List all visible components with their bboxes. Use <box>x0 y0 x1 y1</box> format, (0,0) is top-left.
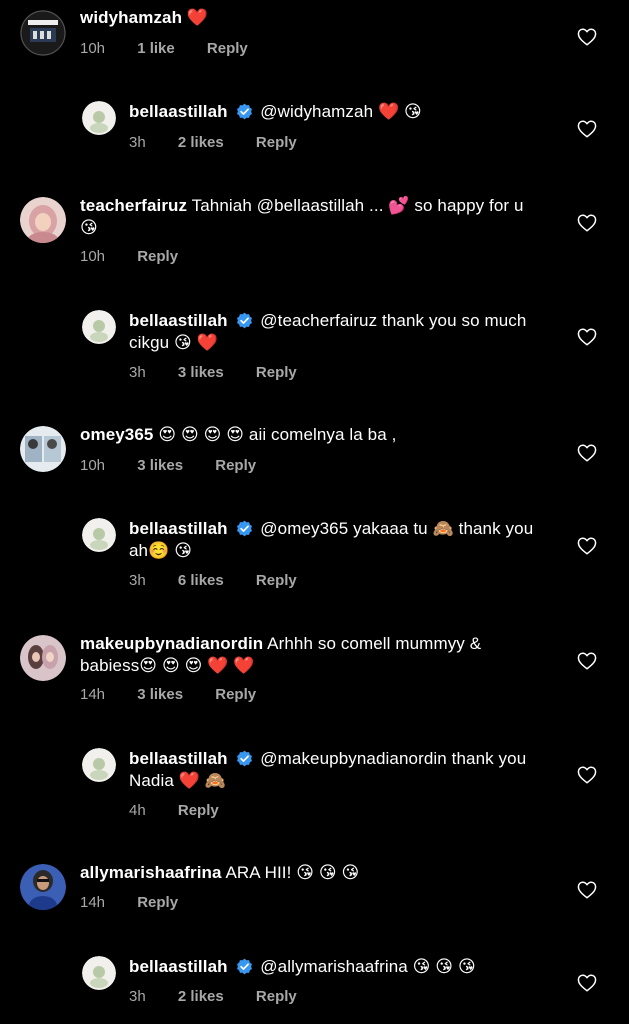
heart-outline-icon <box>577 974 597 992</box>
avatar[interactable] <box>20 10 66 56</box>
comment-text-block: bellaastillah @allymarishaafrina 😘 😘 😘 <box>129 956 549 978</box>
comment-text-block: widyhamzah ❤️ <box>80 7 545 29</box>
comment-time: 14h <box>80 894 106 911</box>
comment-meta: 3h 3 likes Reply <box>129 364 325 382</box>
comment-meta: 3h 2 likes Reply <box>129 134 325 152</box>
comment-body: ARA HII! 😘 😘 😘 <box>225 863 360 882</box>
avatar[interactable] <box>82 518 116 552</box>
reply-button[interactable]: Reply <box>137 248 178 265</box>
comment-meta: 10h Reply <box>80 248 206 266</box>
comment-likes[interactable]: 3 likes <box>137 686 183 703</box>
reply-button[interactable]: Reply <box>207 40 248 57</box>
like-button[interactable] <box>577 974 597 992</box>
avatar[interactable] <box>82 101 116 135</box>
comment-username[interactable]: bellaastillah <box>129 957 228 976</box>
comment-text-block: bellaastillah @makeupbynadianordin thank… <box>129 748 549 792</box>
comment-meta: 3h 6 likes Reply <box>129 572 325 590</box>
like-button[interactable] <box>577 214 597 232</box>
heart-outline-icon <box>577 328 597 346</box>
heart-outline-icon <box>577 28 597 46</box>
avatar[interactable] <box>82 956 116 990</box>
comment-time: 10h <box>80 40 106 57</box>
reply-button[interactable]: Reply <box>215 686 256 703</box>
comment-likes[interactable]: 6 likes <box>178 572 224 589</box>
comment-text-block: bellaastillah @omey365 yakaaa tu 🙈 thank… <box>129 518 549 562</box>
comment-text-block: makeupbynadianordin Arhhh so comell mumm… <box>80 633 545 677</box>
verified-badge-icon <box>236 103 253 120</box>
comment-likes[interactable]: 2 likes <box>178 988 224 1005</box>
comment-time: 3h <box>129 134 146 151</box>
avatar[interactable] <box>20 635 66 681</box>
comment-time: 10h <box>80 457 106 474</box>
comment-meta: 10h 3 likes Reply <box>80 457 284 475</box>
comment-time: 4h <box>129 802 146 819</box>
like-button[interactable] <box>577 652 597 670</box>
avatar[interactable] <box>82 310 116 344</box>
comment-text-block: bellaastillah @widyhamzah ❤️ 😘 <box>129 101 549 123</box>
comment-meta: 14h 3 likes Reply <box>80 686 284 704</box>
comment-meta: 3h 2 likes Reply <box>129 988 325 1006</box>
avatar[interactable] <box>20 864 66 910</box>
heart-outline-icon <box>577 652 597 670</box>
comment-body: 😍 😍 😍 😍 aii comelnya la ba , <box>158 425 397 444</box>
reply-button[interactable]: Reply <box>256 134 297 151</box>
heart-outline-icon <box>577 766 597 784</box>
avatar[interactable] <box>20 197 66 243</box>
comment-likes[interactable]: 3 likes <box>178 364 224 381</box>
reply-button[interactable]: Reply <box>256 988 297 1005</box>
comment-text-block: omey365 😍 😍 😍 😍 aii comelnya la ba , <box>80 424 545 446</box>
heart-outline-icon <box>577 444 597 462</box>
like-button[interactable] <box>577 766 597 784</box>
comment-likes[interactable]: 1 like <box>137 40 175 57</box>
heart-outline-icon <box>577 120 597 138</box>
heart-outline-icon <box>577 214 597 232</box>
verified-badge-icon <box>236 520 253 537</box>
comment-likes[interactable]: 3 likes <box>137 457 183 474</box>
verified-badge-icon <box>236 958 253 975</box>
comment-time: 3h <box>129 364 146 381</box>
reply-button[interactable]: Reply <box>215 457 256 474</box>
comment-meta: 10h 1 like Reply <box>80 40 276 58</box>
comment-username[interactable]: bellaastillah <box>129 102 228 121</box>
like-button[interactable] <box>577 328 597 346</box>
comment-body: @widyhamzah ❤️ 😘 <box>260 102 422 121</box>
comment-username[interactable]: allymarishaafrina <box>80 863 222 882</box>
like-button[interactable] <box>577 537 597 555</box>
comment-meta: 14h Reply <box>80 894 206 912</box>
heart-outline-icon <box>577 537 597 555</box>
avatar[interactable] <box>20 426 66 472</box>
heart-outline-icon <box>577 881 597 899</box>
comment-likes[interactable]: 2 likes <box>178 134 224 151</box>
like-button[interactable] <box>577 881 597 899</box>
comment-username[interactable]: widyhamzah <box>80 8 182 27</box>
comment-time: 3h <box>129 572 146 589</box>
comment-username[interactable]: bellaastillah <box>129 749 228 768</box>
comment-text-block: bellaastillah @teacherfairuz thank you s… <box>129 310 549 354</box>
comment-text-block: allymarishaafrina ARA HII! 😘 😘 😘 <box>80 862 545 884</box>
comment-time: 10h <box>80 248 106 265</box>
comment-time: 14h <box>80 686 106 703</box>
reply-button[interactable]: Reply <box>178 802 219 819</box>
comment-time: 3h <box>129 988 146 1005</box>
reply-button[interactable]: Reply <box>256 364 297 381</box>
comment-body: ❤️ <box>186 8 209 27</box>
like-button[interactable] <box>577 444 597 462</box>
avatar[interactable] <box>82 748 116 782</box>
reply-button[interactable]: Reply <box>256 572 297 589</box>
like-button[interactable] <box>577 120 597 138</box>
reply-button[interactable]: Reply <box>137 894 178 911</box>
comment-username[interactable]: makeupbynadianordin <box>80 634 263 653</box>
comment-username[interactable]: teacherfairuz <box>80 196 187 215</box>
like-button[interactable] <box>577 28 597 46</box>
verified-badge-icon <box>236 312 253 329</box>
comment-username[interactable]: bellaastillah <box>129 311 228 330</box>
verified-badge-icon <box>236 750 253 767</box>
comment-username[interactable]: bellaastillah <box>129 519 228 538</box>
comment-body: @allymarishaafrina 😘 😘 😘 <box>260 957 476 976</box>
comment-meta: 4h Reply <box>129 802 247 820</box>
comment-username[interactable]: omey365 <box>80 425 153 444</box>
comment-text-block: teacherfairuz Tahniah @bellaastillah ...… <box>80 195 545 239</box>
